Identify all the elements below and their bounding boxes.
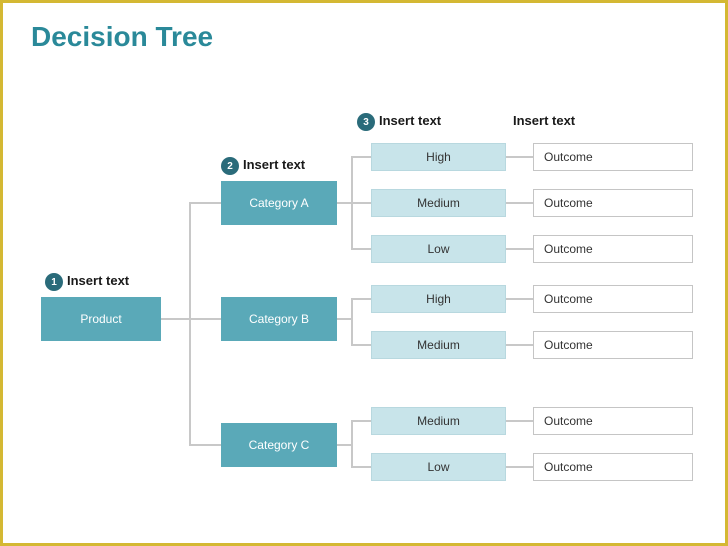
connector: [351, 344, 371, 346]
outcome-b-medium: Outcome: [533, 331, 693, 359]
diagram-canvas: Decision Tree 1 Insert text 2 Insert tex…: [3, 3, 725, 543]
connector: [351, 298, 353, 346]
category-b-node: Category B: [221, 297, 337, 341]
connector: [351, 420, 353, 468]
header-level3: Insert text: [379, 113, 441, 128]
category-c-node: Category C: [221, 423, 337, 467]
connector: [189, 202, 221, 204]
level-c-low: Low: [371, 453, 506, 481]
connector: [506, 248, 533, 250]
connector: [506, 420, 533, 422]
level-a-high: High: [371, 143, 506, 171]
level-a-low: Low: [371, 235, 506, 263]
connector: [506, 156, 533, 158]
level-b-medium: Medium: [371, 331, 506, 359]
connector: [506, 466, 533, 468]
badge-3: 3: [357, 113, 375, 131]
connector: [506, 202, 533, 204]
outcome-a-medium: Outcome: [533, 189, 693, 217]
connector: [351, 248, 371, 250]
connector: [351, 466, 371, 468]
level-a-medium: Medium: [371, 189, 506, 217]
header-level4: Insert text: [513, 113, 575, 128]
connector: [161, 318, 191, 320]
outcome-b-high: Outcome: [533, 285, 693, 313]
header-level1: Insert text: [67, 273, 129, 288]
product-node: Product: [41, 297, 161, 341]
outcome-a-high: Outcome: [533, 143, 693, 171]
badge-1: 1: [45, 273, 63, 291]
badge-2: 2: [221, 157, 239, 175]
level-b-high: High: [371, 285, 506, 313]
connector: [351, 298, 371, 300]
connector: [189, 318, 221, 320]
category-a-node: Category A: [221, 181, 337, 225]
connector: [351, 420, 371, 422]
connector: [506, 344, 533, 346]
connector: [506, 298, 533, 300]
header-level2: Insert text: [243, 157, 305, 172]
outcome-c-medium: Outcome: [533, 407, 693, 435]
connector: [189, 202, 191, 446]
connector: [351, 202, 371, 204]
outcome-c-low: Outcome: [533, 453, 693, 481]
page-title: Decision Tree: [31, 21, 213, 53]
connector: [351, 156, 371, 158]
outcome-a-low: Outcome: [533, 235, 693, 263]
connector: [189, 444, 221, 446]
level-c-medium: Medium: [371, 407, 506, 435]
